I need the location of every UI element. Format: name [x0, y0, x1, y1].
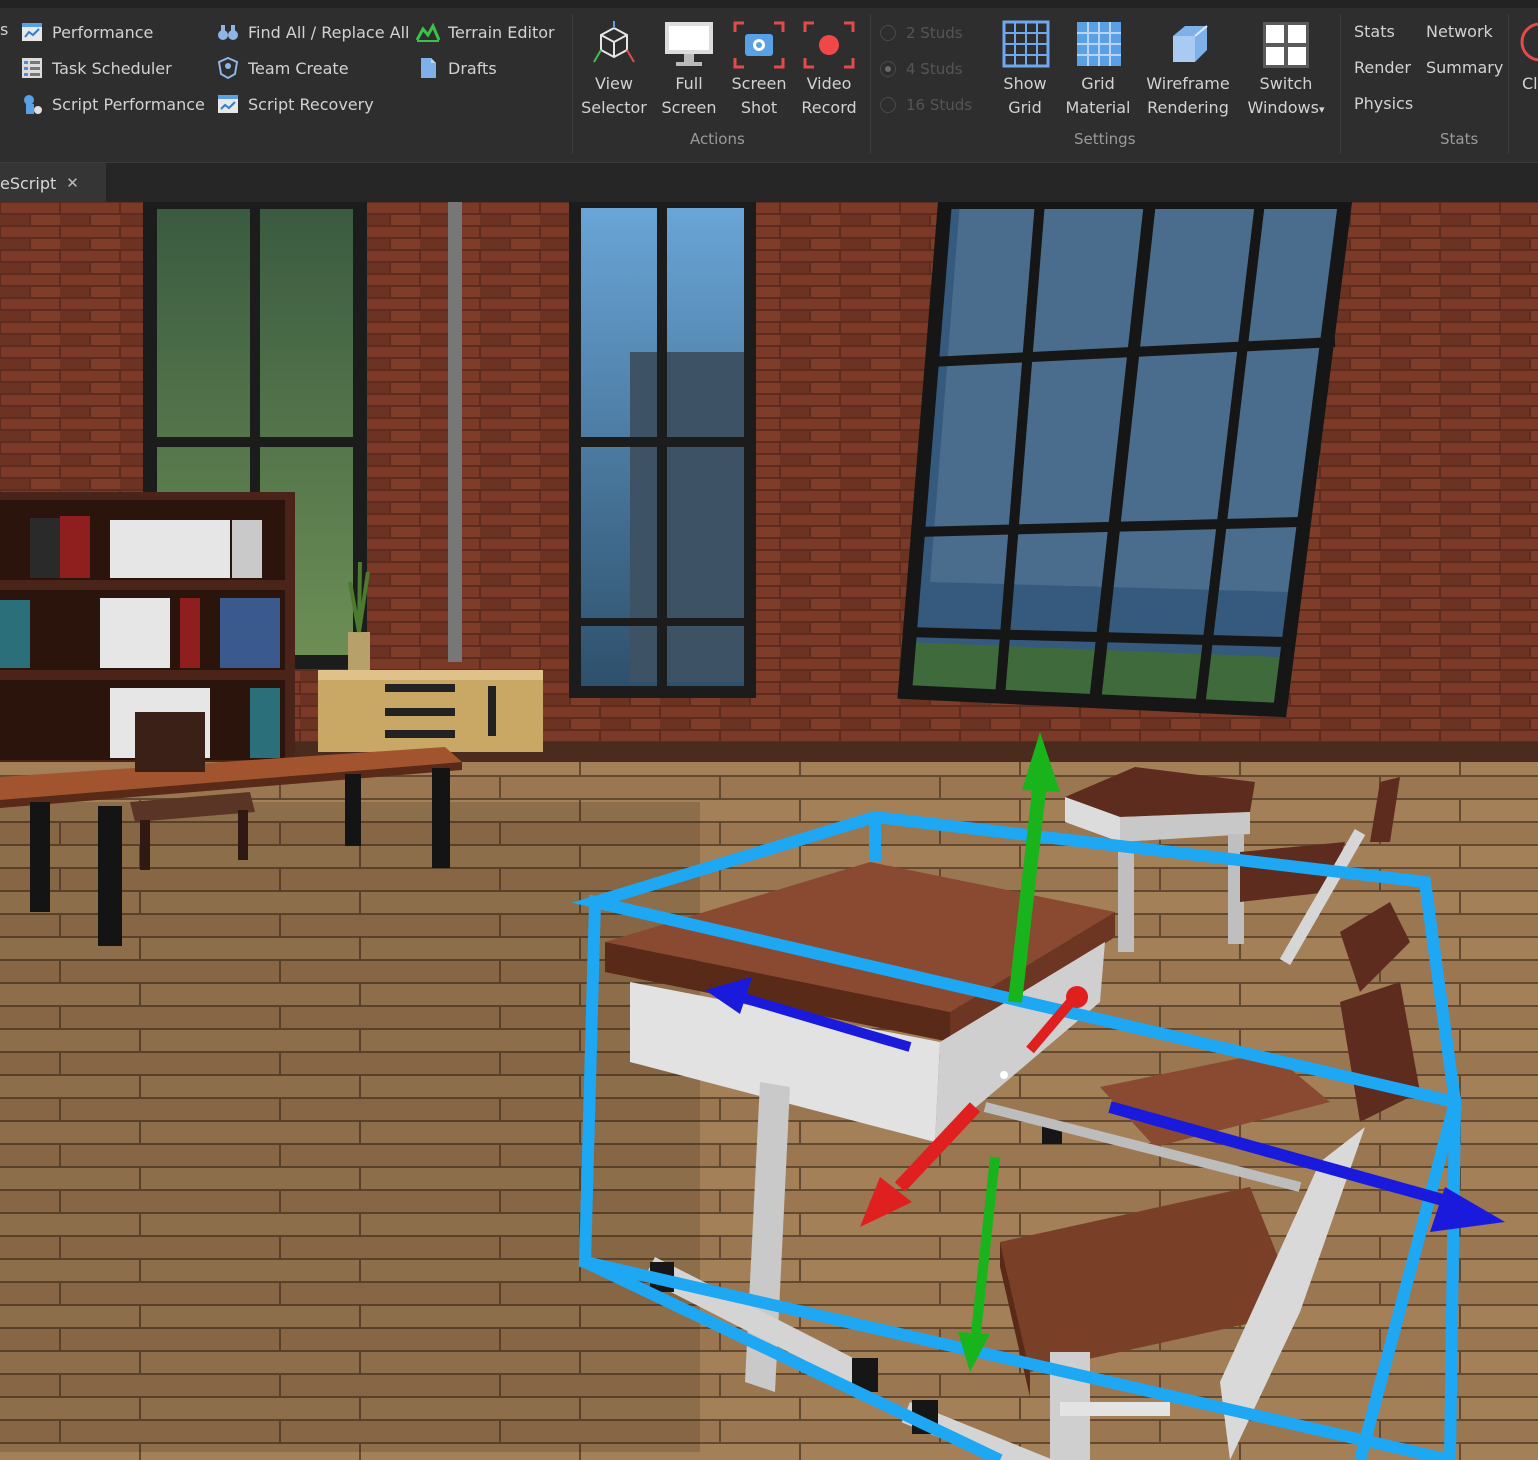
summary-button[interactable]: Summary: [1426, 58, 1503, 77]
ribbon-divider: [1508, 14, 1509, 154]
video-record-label-1: Video: [806, 74, 852, 93]
switch-windows-button[interactable]: Switch Windows▾: [1240, 20, 1332, 122]
close-icon[interactable]: ✕: [66, 174, 79, 192]
drafts-icon: [421, 58, 436, 78]
radio-dot: [880, 25, 896, 41]
switch-windows-label-1: Switch: [1259, 74, 1313, 93]
ribbon-divider: [1340, 14, 1341, 154]
ribbon-top-edge: [0, 0, 1538, 8]
settings-group-label: Settings: [1074, 130, 1136, 148]
view-selector-icon: [593, 21, 635, 63]
clear-icon: [1520, 22, 1538, 62]
script-recovery-icon: [218, 95, 238, 113]
ribbon-divider: [572, 14, 573, 154]
find-replace-all-button[interactable]: Find All / Replace All: [216, 20, 409, 44]
terrain-editor-label: Terrain Editor: [448, 22, 555, 42]
actions-group-label: Actions: [690, 130, 745, 148]
switch-windows-icon: [1263, 22, 1309, 68]
wireframe-label-1: Wireframe: [1146, 74, 1230, 93]
record-icon: [803, 21, 855, 69]
switch-windows-label-2: Windows▾: [1247, 98, 1325, 117]
performance-label: Performance: [52, 22, 154, 42]
script-performance-button[interactable]: Script Performance: [20, 92, 205, 116]
radio-dot: [880, 97, 896, 113]
find-replace-all-label: Find All / Replace All: [248, 22, 410, 42]
tab-script[interactable]: eScript ✕: [0, 163, 106, 203]
team-create-icon: [217, 56, 239, 80]
render-button[interactable]: Render: [1354, 58, 1411, 77]
view-selector-label-1: View: [595, 74, 633, 93]
task-scheduler-icon: [22, 58, 42, 78]
ribbon-partial-label: s: [0, 20, 9, 39]
video-record-label-2: Record: [801, 98, 857, 117]
terrain-editor-icon: [416, 22, 440, 42]
video-record-button[interactable]: Video Record: [793, 20, 865, 120]
view-selector-label-2: Selector: [581, 98, 647, 117]
binoculars-icon: [218, 25, 238, 40]
show-grid-button[interactable]: Show Grid: [989, 20, 1061, 120]
scene-render: [0, 202, 1538, 1460]
grid-material-label-2: Material: [1065, 98, 1131, 117]
grid-icon: [1002, 20, 1050, 68]
network-button[interactable]: Network: [1426, 22, 1493, 41]
screen-shot-button[interactable]: Screen Shot: [723, 20, 795, 120]
camera-icon: [733, 21, 785, 69]
performance-button[interactable]: Performance: [20, 20, 153, 44]
screen-shot-label-1: Screen: [731, 74, 787, 93]
snap-16-studs-radio[interactable]: 16 Studs: [880, 96, 972, 114]
grid-material-icon: [1077, 22, 1121, 66]
clear-button-partial[interactable]: Cl: [1518, 20, 1538, 100]
grid-material-button[interactable]: Grid Material: [1062, 20, 1134, 120]
task-scheduler-button[interactable]: Task Scheduler: [20, 56, 172, 80]
axis-x-back-sphere[interactable]: [1066, 986, 1088, 1008]
script-performance-label: Script Performance: [52, 94, 205, 114]
wireframe-label-2: Rendering: [1147, 98, 1229, 117]
grid-material-label-1: Grid: [1081, 74, 1115, 93]
full-screen-label-2: Screen: [661, 98, 717, 117]
show-grid-label-1: Show: [1003, 74, 1047, 93]
script-recovery-button[interactable]: Script Recovery: [216, 92, 374, 116]
performance-icon: [22, 23, 42, 41]
ribbon-divider: [870, 14, 871, 154]
task-scheduler-label: Task Scheduler: [52, 58, 172, 78]
pivot-point: [1000, 1071, 1008, 1079]
full-screen-button[interactable]: Full Screen: [653, 20, 725, 120]
drafts-label: Drafts: [448, 58, 497, 78]
radio-dot-selected: [880, 61, 896, 77]
team-create-button[interactable]: Team Create: [216, 56, 349, 80]
physics-button[interactable]: Physics: [1354, 94, 1413, 113]
dropdown-arrow-icon: ▾: [1318, 103, 1325, 116]
screen-shot-label-2: Shot: [740, 98, 778, 117]
script-performance-icon: [24, 95, 42, 114]
snap-2-studs-label: 2 Studs: [906, 24, 963, 42]
ribbon-toolbar: s Performance Task Scheduler Script Perf…: [0, 0, 1538, 160]
clear-label-partial: Cl: [1522, 74, 1538, 93]
wireframe-cube-icon: [1173, 25, 1208, 62]
snap-16-studs-label: 16 Studs: [906, 96, 973, 114]
view-selector-button[interactable]: View Selector: [578, 20, 650, 120]
team-create-label: Team Create: [248, 58, 349, 78]
snap-2-studs-radio[interactable]: 2 Studs: [880, 24, 963, 42]
full-screen-label-1: Full: [675, 74, 703, 93]
stats-group-label: Stats: [1440, 130, 1479, 148]
drafts-button[interactable]: Drafts: [416, 56, 497, 80]
script-recovery-label: Script Recovery: [248, 94, 374, 114]
document-tab-bar: eScript ✕: [0, 162, 1538, 203]
3d-viewport[interactable]: [0, 202, 1538, 1460]
wireframe-rendering-button[interactable]: Wireframe Rendering: [1142, 20, 1234, 120]
snap-4-studs-label: 4 Studs: [906, 60, 963, 78]
show-grid-label-2: Grid: [1008, 98, 1042, 117]
snap-4-studs-radio[interactable]: 4 Studs: [880, 60, 963, 78]
tab-script-label: eScript: [0, 173, 57, 193]
terrain-editor-button[interactable]: Terrain Editor: [416, 20, 555, 44]
stats-button[interactable]: Stats: [1354, 22, 1395, 41]
monitor-icon: [665, 22, 713, 66]
